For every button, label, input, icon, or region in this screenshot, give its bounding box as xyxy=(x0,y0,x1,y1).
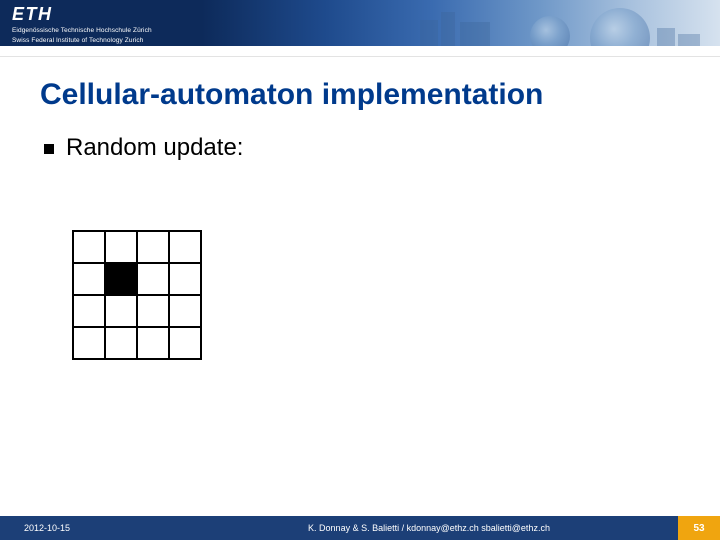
grid-cell xyxy=(169,263,201,295)
grid-cell xyxy=(73,263,105,295)
logo-main: ETH xyxy=(12,4,152,25)
grid-cell xyxy=(105,327,137,359)
footer-bar: 2012-10-15 K. Donnay & S. Balietti / kdo… xyxy=(0,516,720,540)
grid-cell xyxy=(73,231,105,263)
footer-credit: K. Donnay & S. Balietti / kdonnay@ethz.c… xyxy=(180,523,678,533)
header-banner: ETH Eidgenössische Technische Hochschule… xyxy=(0,0,720,46)
bullet-text: Random update: xyxy=(66,134,243,162)
page-number: 53 xyxy=(678,516,720,540)
separator xyxy=(0,56,720,57)
banner-decor xyxy=(340,0,720,46)
grid-cell xyxy=(137,295,169,327)
slide: ETH Eidgenössische Technische Hochschule… xyxy=(0,0,720,540)
grid-cell xyxy=(105,231,137,263)
bullet-square-icon xyxy=(44,144,54,154)
bullet-item: Random update: xyxy=(44,134,243,162)
grid-cell xyxy=(169,231,201,263)
grid-table xyxy=(72,230,202,360)
grid-cell xyxy=(137,327,169,359)
grid-cell xyxy=(105,263,137,295)
grid-cell xyxy=(137,231,169,263)
grid-cell xyxy=(105,295,137,327)
automaton-grid xyxy=(72,230,202,360)
slide-title: Cellular-automaton implementation xyxy=(40,78,543,112)
grid-cell xyxy=(169,295,201,327)
grid-cell xyxy=(73,327,105,359)
eth-logo: ETH Eidgenössische Technische Hochschule… xyxy=(12,4,152,45)
grid-cell xyxy=(169,327,201,359)
grid-cell xyxy=(137,263,169,295)
logo-sub-line1: Eidgenössische Technische Hochschule Zür… xyxy=(12,27,152,35)
logo-sub-line2: Swiss Federal Institute of Technology Zu… xyxy=(12,37,152,45)
footer-date: 2012-10-15 xyxy=(0,523,180,533)
grid-cell xyxy=(73,295,105,327)
